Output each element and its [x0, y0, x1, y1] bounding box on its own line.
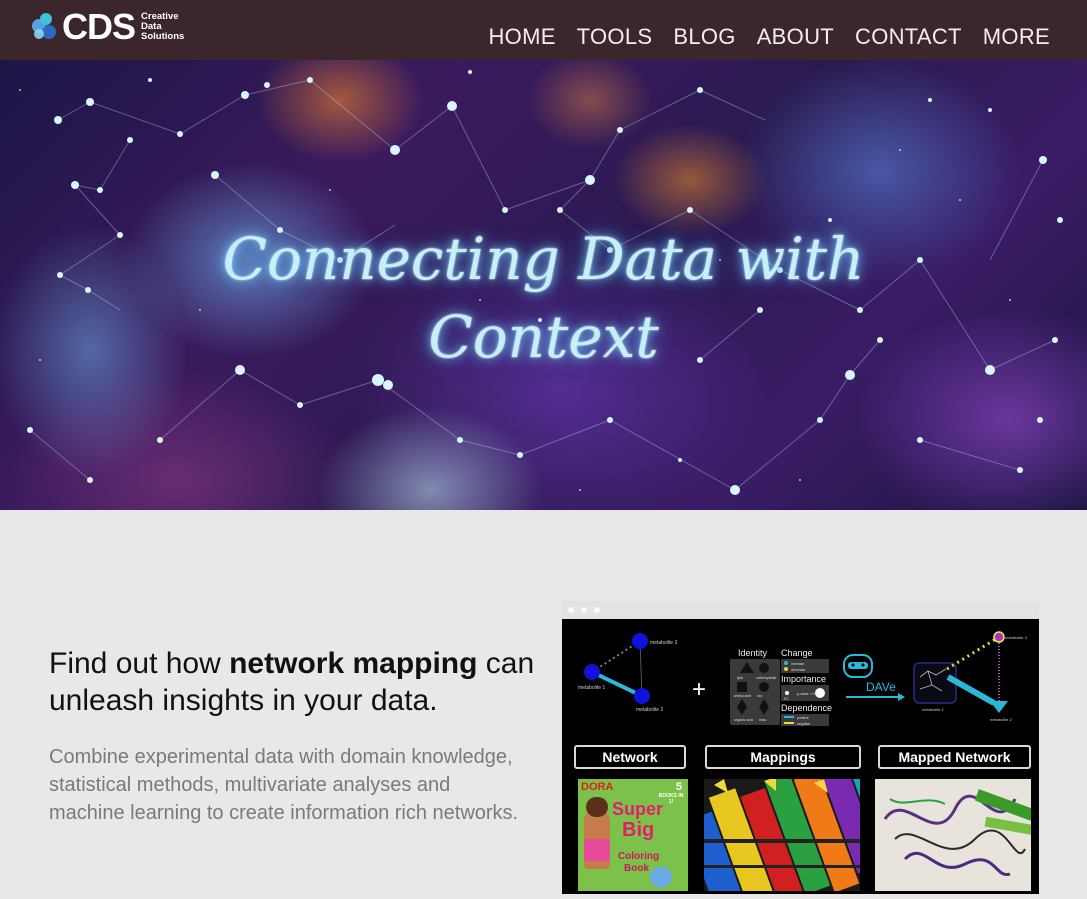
network-mapping-figure: metabolite 1 metabolite 2 metabolite 3 +… [562, 619, 1039, 894]
nav-home[interactable]: HOME [488, 24, 555, 50]
window-dot-icon [581, 607, 587, 613]
node-label: metabolite 1 [922, 707, 945, 712]
node-label: metabolite 1 [578, 685, 605, 691]
legend-change: Change [781, 648, 813, 658]
feature-description: Combine experimental data with domain kn… [49, 746, 519, 824]
node-label: metabolite 2 [636, 707, 663, 713]
legend-item: misc. [759, 718, 767, 722]
legend-positive: positive [797, 716, 809, 720]
browser-mockup: metabolite 1 metabolite 2 metabolite 3 +… [562, 601, 1039, 894]
legend-dependence: Dependence [781, 703, 832, 713]
browser-toolbar [562, 601, 1039, 619]
crayons-icon [704, 779, 860, 891]
legend-item: xxx [757, 694, 763, 698]
nav-about[interactable]: ABOUT [757, 24, 834, 50]
scribble-icon [883, 789, 1031, 876]
label-network: Network [574, 745, 686, 769]
headline-pre: Find out how [49, 647, 230, 680]
node-metabolite-3 [632, 633, 648, 649]
legend-item: lipid [737, 676, 743, 680]
window-dot-icon [594, 607, 600, 613]
node-metabolite-2 [634, 688, 650, 704]
book-title-1: Super [612, 799, 664, 819]
headline-bold: network mapping [229, 647, 478, 680]
logo[interactable]: CDS Creative Data Solutions [30, 9, 184, 45]
logo-subtitle: Creative Data Solutions [141, 12, 184, 42]
label-mapped-network: Mapped Network [878, 745, 1031, 769]
coloring-book-image: DORA 5 BOOKS IN 1! Super Big Coloring Bo… [578, 779, 688, 891]
book-brand: DORA [581, 781, 614, 793]
legend-negative: negative [797, 722, 810, 726]
book-title-4: Book [624, 863, 649, 874]
legend-increase: increase [791, 662, 804, 666]
label-mappings: Mappings [705, 745, 861, 769]
hero-banner: Connecting Data with Context [0, 60, 1087, 510]
node-label: metabolite 3 [1005, 635, 1028, 640]
logo-sub-line: Solutions [141, 31, 185, 42]
book-title-3: Coloring [618, 851, 660, 862]
hero-title-line: Context [428, 303, 659, 371]
legend-fc: FC [784, 697, 789, 701]
logo-mark-icon [30, 11, 62, 43]
book-title-2: Big [622, 819, 655, 841]
feature-section: Find out how network mapping can unleash… [0, 510, 1087, 894]
legend-pvalue: p-value < 0.05 [797, 692, 819, 696]
feature-headline: Find out how network mapping can unleash… [49, 645, 549, 719]
legend-identity: Identity [738, 648, 768, 658]
node-label: metabolite 3 [650, 640, 677, 646]
window-dot-icon [568, 607, 574, 613]
book-count: 5 [675, 781, 682, 793]
node-metabolite-1 [584, 664, 600, 680]
legend-item: organic acid [734, 718, 753, 722]
site-header: CDS Creative Data Solutions HOME TOOLS B… [0, 0, 1087, 60]
crayons-image [704, 779, 860, 891]
nav-blog[interactable]: BLOG [673, 24, 735, 50]
legend-decrease: decrease [791, 668, 805, 672]
legend-item: amino acid [734, 694, 751, 698]
nav-tools[interactable]: TOOLS [577, 24, 653, 50]
main-nav: HOME TOOLS BLOG ABOUT CONTACT MORE [467, 24, 1050, 50]
hero-title: Connecting Data with Context [0, 220, 1087, 376]
scribble-image [875, 779, 1031, 891]
legend-item: carbohydrate [756, 676, 776, 680]
blue-dog-icon [650, 867, 672, 887]
logo-text: CDS [62, 6, 136, 47]
plus-sign: + [692, 676, 706, 703]
dave-robot-icon [843, 654, 873, 678]
node-label: metabolite 2 [990, 717, 1013, 722]
hero-title-line: Connecting Data with [222, 225, 865, 293]
nav-more[interactable]: MORE [983, 24, 1050, 50]
legend-importance: Importance [781, 674, 826, 684]
dave-label: DAVe [866, 680, 896, 694]
nav-contact[interactable]: CONTACT [855, 24, 962, 50]
